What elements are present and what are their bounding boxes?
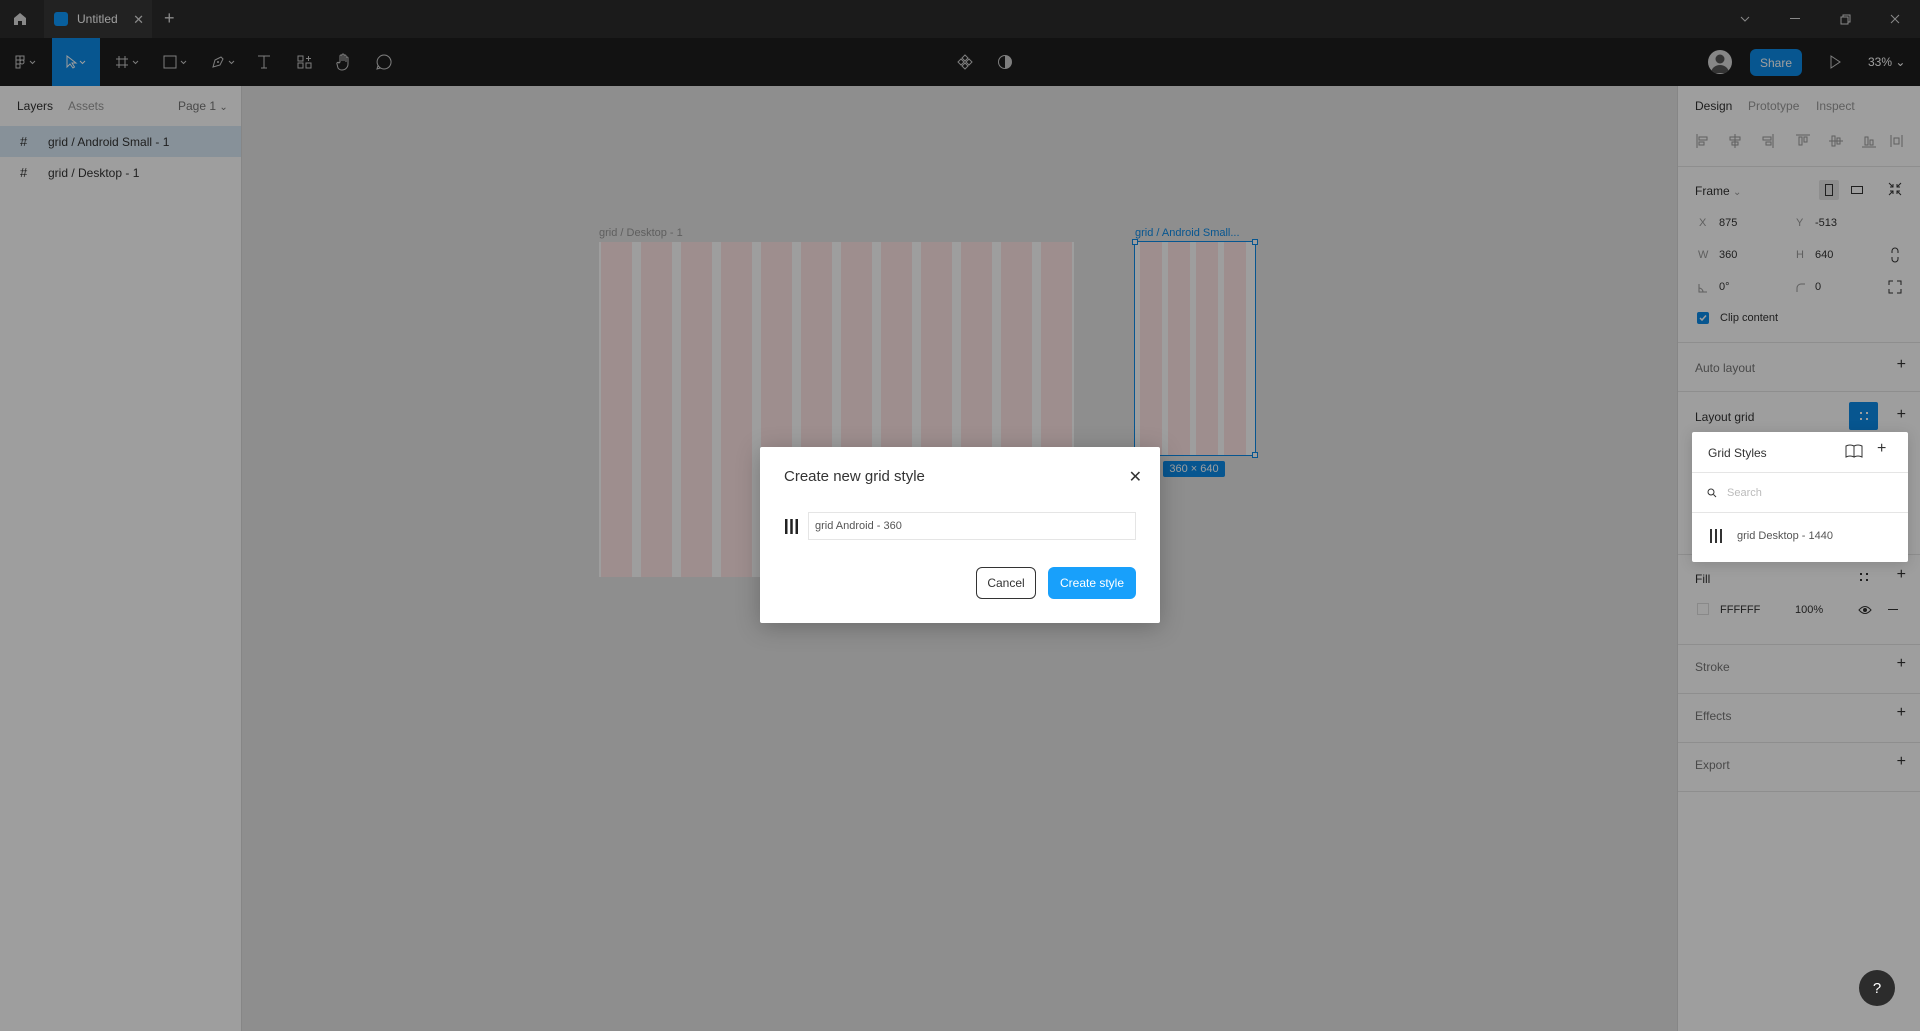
style-name-input[interactable] — [808, 512, 1136, 540]
search-input[interactable]: Search — [1727, 487, 1762, 499]
create-style-button[interactable]: Create style — [1048, 567, 1136, 599]
dialog-title: Create new grid style — [784, 468, 925, 485]
create-grid-style-dialog: Create new grid style ✕ Cancel Create st… — [760, 447, 1160, 623]
grid-style-item[interactable]: grid Desktop - 1440 — [1692, 522, 1908, 550]
divider — [1692, 472, 1908, 473]
search-icon — [1707, 487, 1717, 501]
grid-styles-popover: Grid Styles + Search grid Desktop - 1440 — [1692, 432, 1908, 562]
cancel-button[interactable]: Cancel — [976, 567, 1036, 599]
columns-grid-icon — [1709, 529, 1723, 546]
library-icon[interactable] — [1845, 444, 1863, 461]
close-icon[interactable]: ✕ — [1129, 467, 1142, 487]
grid-style-label: grid Desktop - 1440 — [1737, 530, 1833, 542]
divider — [1692, 512, 1908, 513]
grid-styles-title: Grid Styles — [1708, 446, 1767, 460]
columns-grid-icon — [784, 519, 799, 537]
help-button[interactable]: ? — [1859, 970, 1895, 1006]
add-grid-style-icon[interactable]: + — [1877, 440, 1886, 458]
